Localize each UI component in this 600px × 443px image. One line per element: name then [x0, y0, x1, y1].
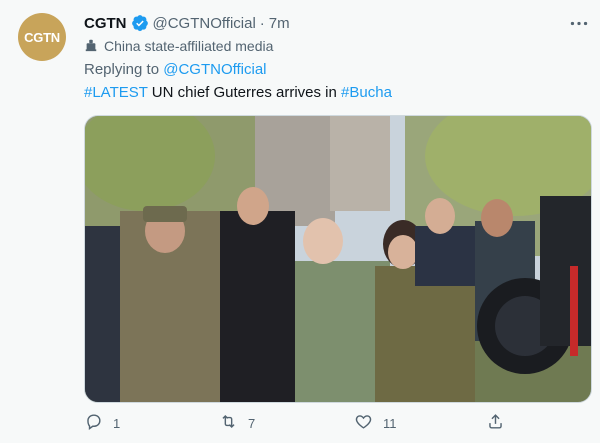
tweet-text: #LATEST UN chief Guterres arrives in #Bu…	[84, 84, 392, 101]
reply-icon	[84, 412, 103, 434]
avatar-logo-text: CGTN	[24, 29, 60, 45]
state-media-label[interactable]: China state-affiliated media	[84, 36, 273, 56]
podium-icon	[84, 38, 98, 55]
photo-scene	[85, 116, 591, 402]
share-icon	[486, 412, 505, 434]
like-count: 11	[383, 415, 397, 431]
tweet-header: CGTN @CGTNOfficial · 7m	[84, 13, 290, 33]
separator-dot: ·	[259, 14, 265, 32]
affiliation-text: China state-affiliated media	[104, 38, 274, 54]
reply-action[interactable]: 1	[84, 412, 120, 434]
retweet-count: 7	[248, 415, 256, 431]
avatar[interactable]: CGTN	[18, 13, 66, 61]
tweet-body-text: UN chief Guterres arrives in	[147, 84, 342, 101]
hashtag-bucha[interactable]: #Bucha	[341, 84, 392, 101]
verified-badge-icon	[131, 14, 149, 32]
like-action[interactable]: 11	[354, 412, 397, 434]
retweet-action[interactable]: 7	[219, 412, 255, 434]
replying-to: Replying to @CGTNOfficial	[84, 61, 267, 78]
replying-to-mention[interactable]: @CGTNOfficial	[163, 61, 266, 78]
more-options-icon[interactable]	[568, 14, 590, 32]
retweet-icon	[219, 412, 238, 434]
share-action[interactable]	[486, 412, 505, 434]
account-handle[interactable]: @CGTNOfficial	[153, 15, 256, 32]
account-name[interactable]: CGTN	[84, 15, 127, 32]
heart-icon	[354, 412, 373, 434]
tweet-actions: 1 7 11	[84, 412, 590, 434]
hashtag-latest[interactable]: #LATEST	[84, 84, 148, 101]
timestamp[interactable]: 7m	[269, 15, 290, 32]
tweet-photo[interactable]	[84, 115, 592, 403]
replying-to-label: Replying to	[84, 61, 164, 78]
reply-count: 1	[113, 415, 121, 431]
tweet-card[interactable]: CGTN CGTN @CGTNOfficial · 7m China state…	[0, 0, 600, 443]
